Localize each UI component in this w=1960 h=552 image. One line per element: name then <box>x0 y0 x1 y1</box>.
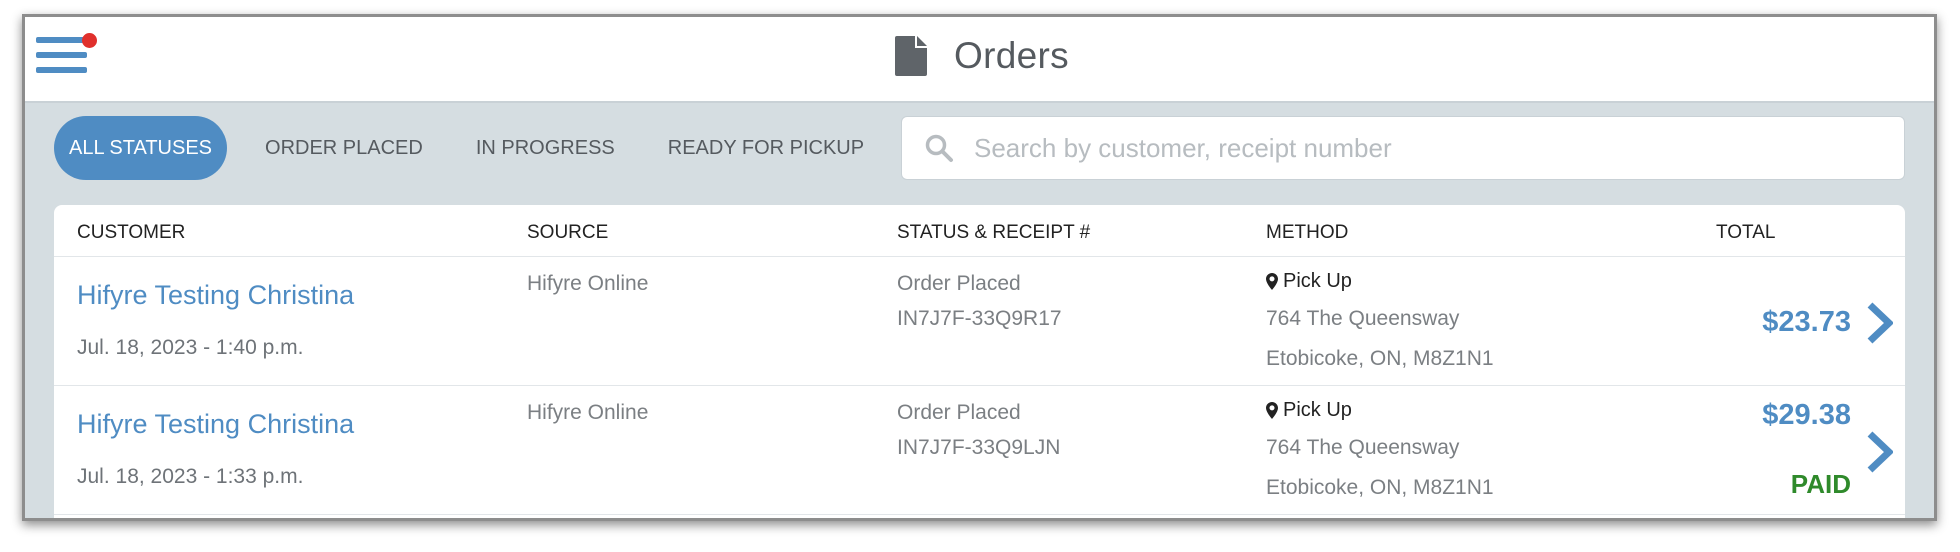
order-date: Jul. 18, 2023 - 1:40 p.m. <box>77 336 304 359</box>
app-header: Orders <box>25 17 1934 103</box>
customer-name-link[interactable]: Hifyre Testing Christina <box>77 280 354 311</box>
receipt-number: IN7J7F-33Q9R17 <box>897 307 1062 330</box>
table-row[interactable]: Hifyre Testing Christina Jul. 18, 2023 -… <box>54 258 1905 386</box>
table-header: CUSTOMER SOURCE STATUS & RECEIPT # METHO… <box>54 205 1905 257</box>
search-box[interactable] <box>901 116 1905 180</box>
order-source: Hifyre Online <box>527 272 649 295</box>
order-method: Pick Up <box>1266 399 1352 422</box>
order-total: $23.73 <box>1762 306 1851 338</box>
address-line-2: Etobicoke, ON, M8Z1N1 <box>1266 347 1494 370</box>
hamburger-icon <box>36 37 87 43</box>
address-line-1: 764 The Queensway <box>1266 307 1460 330</box>
order-total: $29.38 <box>1762 399 1851 431</box>
status-filter-bar: ALL STATUSES ORDER PLACED IN PROGRESS RE… <box>54 116 902 180</box>
filter-ready-for-pickup[interactable]: READY FOR PICKUP <box>653 116 879 180</box>
address-line-1: 764 The Queensway <box>1266 436 1460 459</box>
search-input[interactable] <box>974 132 1874 164</box>
column-header-customer[interactable]: CUSTOMER <box>77 222 185 244</box>
notification-badge <box>82 33 97 48</box>
column-header-method[interactable]: METHOD <box>1266 222 1348 244</box>
order-date: Jul. 18, 2023 - 1:33 p.m. <box>77 465 304 488</box>
orders-window: Orders ALL STATUSES ORDER PLACED IN PROG… <box>22 14 1937 521</box>
column-header-total[interactable]: TOTAL <box>1716 222 1775 244</box>
method-label: Pick Up <box>1283 270 1352 292</box>
chevron-right-icon[interactable] <box>1866 302 1893 344</box>
search-icon <box>925 134 953 162</box>
chevron-right-icon[interactable] <box>1866 431 1893 473</box>
method-label: Pick Up <box>1283 399 1352 421</box>
column-header-source[interactable]: SOURCE <box>527 222 608 244</box>
page-title: Orders <box>954 35 1069 76</box>
customer-name-link[interactable]: Hifyre Testing Christina <box>77 409 354 440</box>
filter-all-statuses[interactable]: ALL STATUSES <box>54 116 228 180</box>
hamburger-menu-button[interactable] <box>33 31 97 81</box>
payment-status-badge: PAID <box>1790 469 1851 499</box>
table-row[interactable]: Hifyre Testing Christina Jul. 18, 2023 -… <box>54 387 1905 515</box>
receipt-number: IN7J7F-33Q9LJN <box>897 436 1061 459</box>
column-header-status[interactable]: STATUS & RECEIPT # <box>897 222 1090 244</box>
address-line-2: Etobicoke, ON, M8Z1N1 <box>1266 476 1494 499</box>
order-status: Order Placed <box>897 272 1021 295</box>
filter-in-progress[interactable]: IN PROGRESS <box>461 116 630 180</box>
orders-table: CUSTOMER SOURCE STATUS & RECEIPT # METHO… <box>54 205 1905 518</box>
document-icon <box>895 36 927 76</box>
map-pin-icon <box>1266 402 1278 419</box>
filter-order-placed[interactable]: ORDER PLACED <box>250 116 438 180</box>
map-pin-icon <box>1266 273 1278 290</box>
order-status: Order Placed <box>897 401 1021 424</box>
order-method: Pick Up <box>1266 270 1352 293</box>
page-title-group: Orders <box>895 34 1069 78</box>
order-source: Hifyre Online <box>527 401 649 424</box>
